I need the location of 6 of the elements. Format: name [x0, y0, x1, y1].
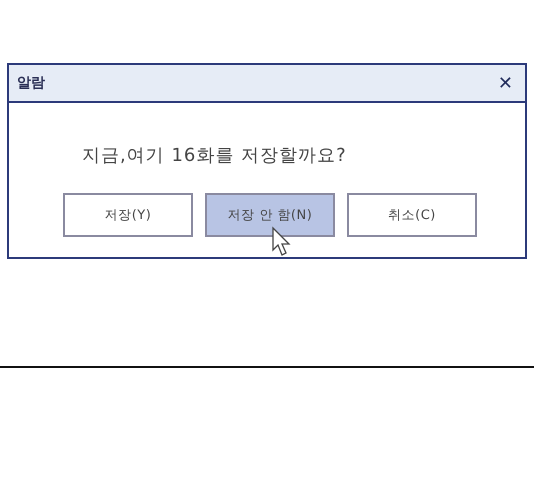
dialog-message: 지금,여기 16화를 저장할까요? [82, 144, 348, 167]
close-button[interactable]: ✕ [494, 72, 517, 94]
dialog-button[interactable]: 저장 안 함(N) [205, 193, 335, 237]
dialog-title: 알람 [17, 74, 45, 92]
dialog-button[interactable]: 저장(Y) [63, 193, 193, 237]
dialog-button[interactable]: 취소(C) [347, 193, 477, 237]
